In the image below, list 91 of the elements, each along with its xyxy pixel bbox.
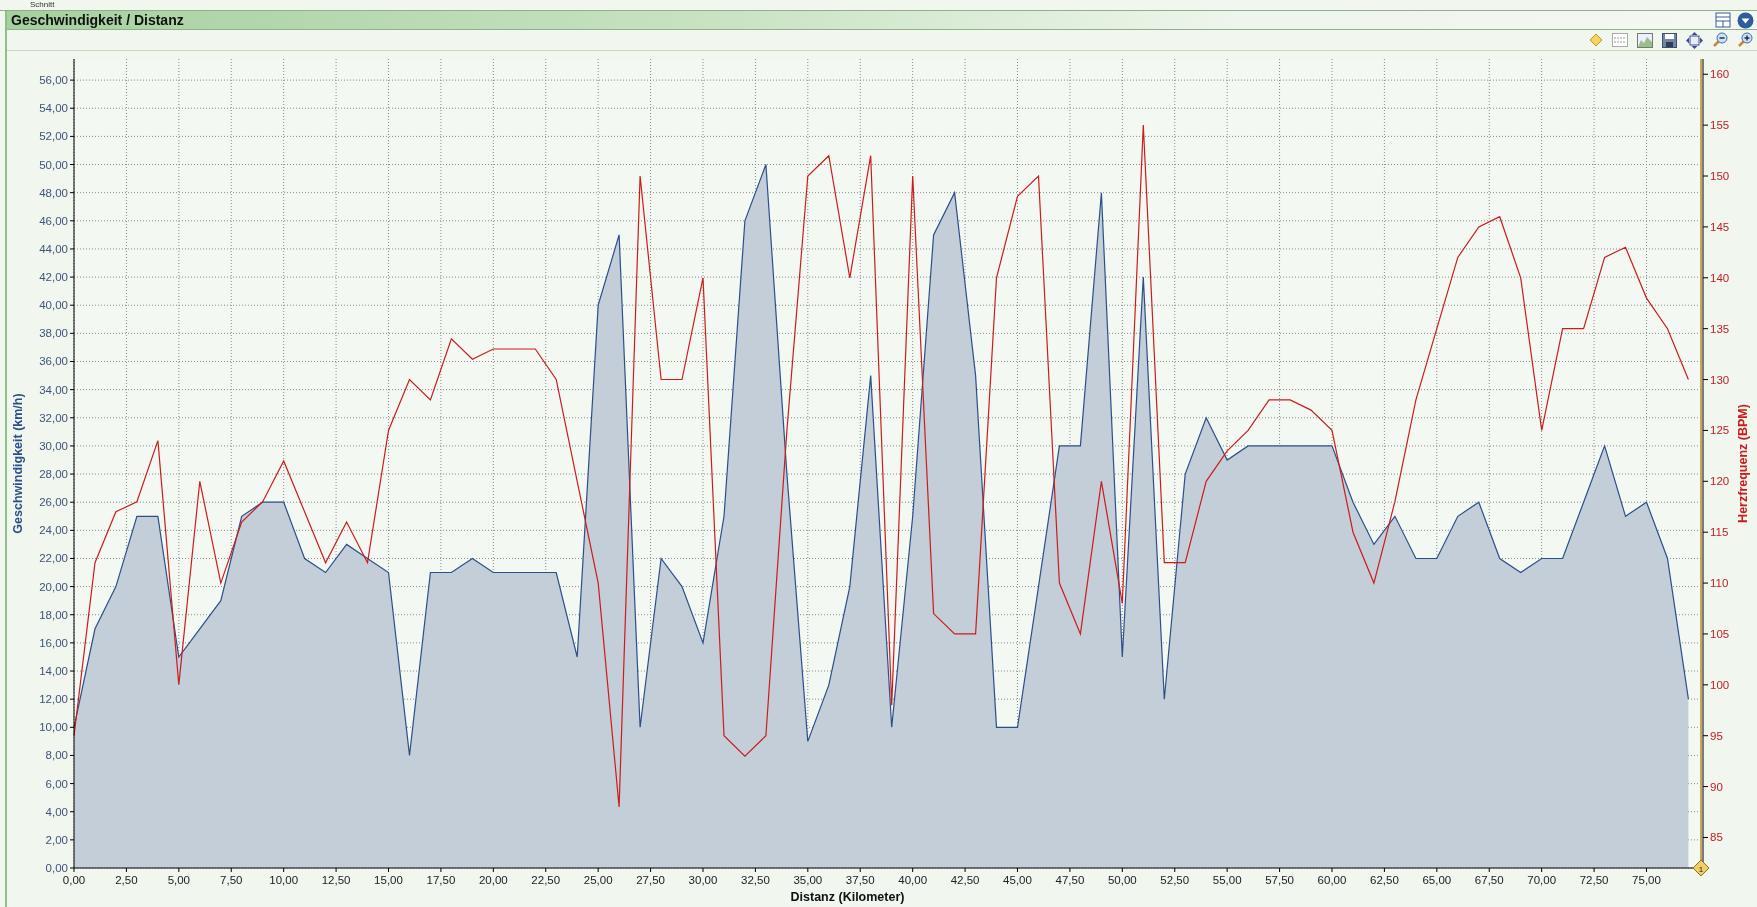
annotation: 1	[1698, 864, 1704, 874]
tick-label: 40,00	[898, 874, 928, 886]
tick-label: 46,00	[39, 214, 68, 227]
save-icon[interactable]	[1662, 32, 1677, 48]
tick-label: 6,00	[45, 777, 68, 790]
tick-label: 54,00	[39, 102, 68, 115]
axis-title: Geschwindigkeit (km/h)	[11, 393, 25, 534]
tick-label: 44,00	[39, 242, 68, 255]
tick-label: 27,50	[636, 874, 665, 886]
tick-label: 65,00	[1422, 874, 1452, 886]
panel-title: Geschwindigkeit / Distanz	[11, 12, 184, 28]
tick-label: 26,00	[39, 496, 68, 509]
tick-label: 150	[1710, 170, 1730, 183]
marker[interactable]: 1	[1692, 859, 1710, 877]
tick-label: 42,50	[950, 874, 980, 886]
tick-label: 37,50	[845, 874, 875, 886]
tick-label: 100	[1710, 678, 1730, 691]
tick-label: 42,00	[39, 271, 68, 284]
tab-label[interactable]: Schnitt	[30, 0, 55, 9]
tick-label: 22,00	[39, 552, 68, 565]
tick-label: 52,00	[39, 130, 68, 143]
move-icon[interactable]	[1686, 31, 1703, 49]
tick-label: 60,00	[1317, 874, 1347, 886]
tick-label: 8,00	[45, 749, 68, 762]
dropdown-icon[interactable]	[1737, 11, 1754, 29]
tick-label: 12,50	[321, 874, 351, 886]
tick-label: 125	[1710, 424, 1730, 437]
tick-label: 28,00	[39, 468, 68, 481]
tick-label: 160	[1710, 68, 1730, 81]
tick-label: 7,50	[220, 874, 243, 886]
area-chart-icon[interactable]	[1637, 32, 1653, 48]
tick-label: 15,00	[374, 874, 403, 886]
tick-label: 38,00	[39, 327, 68, 340]
tick-label: 57,50	[1265, 874, 1294, 886]
tick-label: 52,50	[1160, 874, 1190, 886]
tick-label: 16,00	[39, 636, 68, 649]
tick-label: 56,00	[39, 74, 68, 87]
tick-label: 5,00	[167, 874, 191, 886]
tick-label: 10,00	[39, 721, 68, 734]
tick-label: 2,00	[45, 833, 68, 846]
tick-label: 14,00	[39, 665, 68, 678]
tick-label: 135	[1710, 322, 1730, 335]
tick-label: 130	[1710, 373, 1730, 386]
tick-label: 85	[1710, 831, 1723, 844]
tick-label: 95	[1710, 729, 1723, 742]
tick-label: 75,00	[1632, 874, 1661, 886]
layout-icon[interactable]	[1715, 12, 1731, 28]
tick-label: 105	[1710, 627, 1730, 640]
tick-label: 18,00	[39, 608, 68, 621]
tick-label: 25,00	[583, 874, 613, 886]
tick-label: 70,00	[1527, 874, 1557, 886]
tick-label: 20,00	[478, 874, 508, 886]
tick-label: 72,50	[1579, 874, 1609, 886]
tick-label: 67,50	[1474, 874, 1504, 886]
tick-label: 90	[1710, 780, 1723, 793]
tick-label: 12,00	[39, 693, 68, 706]
tick-label: 35,00	[793, 874, 823, 886]
tick-label: 45,00	[1003, 874, 1032, 886]
tick-label: 0,00	[45, 862, 68, 874]
tick-label: 2,50	[115, 874, 138, 886]
tick-label: 10,00	[269, 874, 299, 886]
diamond-icon[interactable]	[1589, 33, 1603, 47]
zoom-out-icon[interactable]	[1712, 32, 1728, 48]
axis-title: Distanz (Kilometer)	[790, 890, 905, 904]
tick-label: 4,00	[45, 805, 68, 818]
tick-label: 47,50	[1055, 874, 1085, 886]
tick-label: 22,50	[531, 874, 561, 886]
tick-label: 115	[1710, 526, 1729, 539]
tick-label: 0,00	[62, 874, 86, 886]
tick-label: 110	[1710, 577, 1729, 590]
tick-label: 140	[1710, 271, 1730, 284]
tick-label: 30,00	[688, 874, 718, 886]
tick-label: 145	[1710, 220, 1730, 233]
axis-title: Herzfrequenz (BPM)	[1736, 404, 1750, 523]
tick-label: 62,50	[1370, 874, 1399, 886]
tick-label: 36,00	[39, 355, 68, 368]
tick-label: 20,00	[39, 580, 68, 593]
tick-label: 17,50	[426, 874, 456, 886]
tick-label: 48,00	[39, 186, 68, 199]
tick-label: 50,00	[39, 158, 68, 171]
tick-label: 55,00	[1212, 874, 1242, 886]
tick-label: 50,00	[1107, 874, 1137, 886]
tick-label: 32,00	[39, 411, 68, 424]
tick-label: 34,00	[39, 383, 68, 396]
tick-label: 155	[1710, 119, 1730, 132]
tick-label: 40,00	[39, 299, 68, 312]
tick-label: 30,00	[39, 439, 68, 452]
zoom-in-icon[interactable]	[1737, 32, 1753, 48]
tick-label: 24,00	[39, 524, 68, 537]
tick-label: 32,50	[741, 874, 770, 886]
tick-label: 120	[1710, 475, 1730, 488]
